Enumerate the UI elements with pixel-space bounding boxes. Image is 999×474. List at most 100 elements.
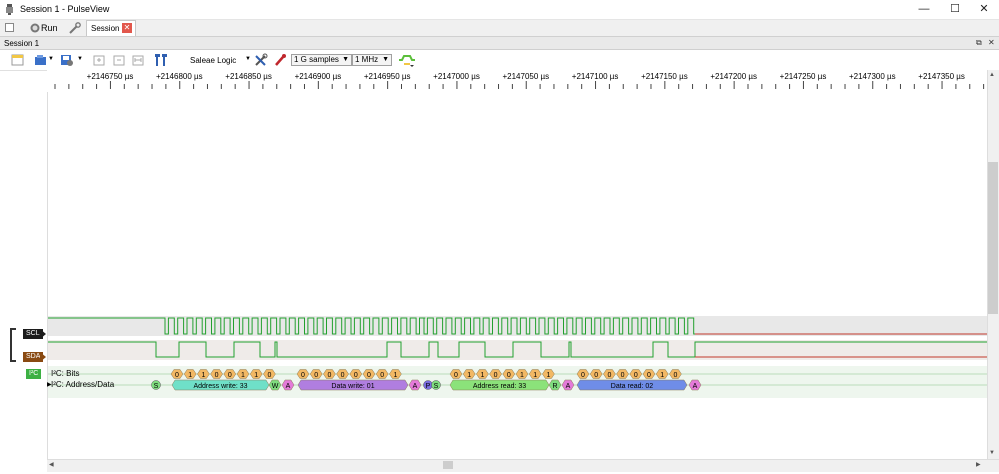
save-dropdown-icon[interactable]: ▼ (77, 56, 83, 62)
open-dropdown-icon[interactable]: ▼ (48, 56, 54, 62)
close-dock-icon[interactable]: ✕ (988, 38, 995, 47)
ruler-tick-label: +2146800 µs (156, 72, 203, 81)
scroll-right-icon[interactable]: ▶ (976, 461, 981, 468)
zoom-in-icon[interactable] (93, 53, 105, 67)
open-file-icon[interactable] (34, 53, 47, 67)
bit-label: 0 (267, 372, 271, 379)
sample-count-value: 1 G samples (294, 55, 339, 64)
close-button[interactable]: ✕ (969, 0, 999, 19)
annotation-label-addr-write: Address write: 33 (193, 383, 247, 390)
bit-label: 0 (507, 372, 511, 379)
ruler-tick-label: +2147000 µs (433, 72, 480, 81)
sample-rate-combo[interactable]: 1 MHz ▼ (352, 54, 392, 66)
zoom-fit-icon[interactable] (132, 53, 144, 67)
bit-label: 0 (354, 372, 358, 379)
ruler-tick-label: +2146750 µs (87, 72, 134, 81)
zoom-out-icon[interactable] (113, 53, 125, 67)
bit-label: 1 (188, 372, 192, 379)
bit-label: 0 (621, 372, 625, 379)
bit-label: 1 (201, 372, 205, 379)
bit-label: 0 (454, 372, 458, 379)
bit-label: 0 (380, 372, 384, 379)
annotation-label-p: P (426, 383, 431, 390)
annotation-label-a2: A (413, 383, 418, 390)
bit-label: 0 (228, 372, 232, 379)
scl-lane-bg (48, 316, 988, 336)
cursors-icon[interactable] (154, 53, 168, 67)
ruler-tick-label: +2147100 µs (572, 72, 619, 81)
tab-session-label: Session 1 (91, 24, 127, 33)
annotation-label-a4: A (693, 383, 698, 390)
scroll-up-icon[interactable]: ▲ (989, 72, 995, 78)
scroll-left-icon[interactable]: ◀ (49, 461, 54, 468)
horizontal-scrollbar[interactable] (47, 459, 999, 472)
add-decoder-icon[interactable] (398, 53, 416, 67)
device-dropdown-icon[interactable]: ▼ (245, 56, 251, 62)
bit-label: 1 (546, 372, 550, 379)
run-button[interactable]: Run (41, 22, 58, 34)
sample-rate-value: 1 MHz (355, 55, 379, 64)
scroll-down-icon[interactable]: ▼ (989, 450, 995, 456)
i2c-decoder-badge[interactable]: I²C (26, 369, 42, 379)
chevron-down-icon: ▼ (382, 56, 389, 63)
bit-label: 1 (393, 372, 397, 379)
ruler-tick-label: +2147350 µs (918, 72, 965, 81)
annotation-label-a3: A (566, 383, 571, 390)
i2c-bits-row-label: I²C: Bits (51, 369, 80, 378)
trace-view[interactable]: 0 1 1 0 0 1 1 0 0 0 0 0 0 0 0 1 0 1 1 0 0 1 1 1 0 0 0 0 0 0 1 0 S Address… (47, 92, 988, 459)
settings-tools-icon[interactable] (69, 22, 81, 34)
ruler-tick-label: +2147150 µs (641, 72, 688, 81)
window-title: Session 1 - PulseView (20, 4, 110, 14)
bit-label: 1 (520, 372, 524, 379)
bit-label: 0 (634, 372, 638, 379)
ruler-ticks: +2146750 µs +2146800 µs +2146850 µs +214690… (54, 72, 985, 89)
close-tab-icon[interactable]: ✕ (122, 23, 132, 33)
time-ruler[interactable]: +2146750 µs +2146800 µs +2146850 µs +214690… (47, 70, 987, 92)
annotation-label-start2: S (434, 383, 439, 390)
session-header-title: Session 1 (4, 39, 40, 48)
bit-label: 1 (480, 372, 484, 379)
run-icon[interactable] (30, 23, 40, 33)
bit-label: 0 (673, 372, 677, 379)
title-bar (0, 0, 999, 20)
horizontal-scroll-thumb[interactable] (443, 461, 453, 469)
bit-label: 1 (533, 372, 537, 379)
minimize-button[interactable]: — (909, 0, 939, 19)
annotation-label-data-read: Data read: 02 (611, 383, 654, 390)
undock-icon[interactable]: ⧉ (976, 38, 982, 48)
bit-label: 0 (314, 372, 318, 379)
session-header-bar (0, 37, 999, 50)
scl-arrow-icon (40, 329, 46, 339)
bit-label: 0 (175, 372, 179, 379)
annotation-label-start1: S (154, 383, 159, 390)
annotation-label-a1: A (286, 383, 291, 390)
bit-label: 0 (607, 372, 611, 379)
bit-label: 0 (367, 372, 371, 379)
new-view-icon[interactable] (11, 53, 24, 67)
device-config-icon[interactable] (254, 53, 268, 67)
save-file-icon[interactable] (60, 53, 74, 67)
maximize-button[interactable]: ☐ (940, 0, 970, 19)
probe-config-icon[interactable] (273, 53, 287, 67)
ruler-tick-label: +2147200 µs (710, 72, 757, 81)
ruler-tick-label: +2146850 µs (225, 72, 272, 81)
annotation-label-addr-read: Address read: 33 (473, 383, 526, 390)
vertical-scroll-thumb[interactable] (988, 162, 998, 314)
bit-label: 1 (467, 372, 471, 379)
chevron-down-icon: ▼ (342, 56, 349, 63)
bit-label: 0 (215, 372, 219, 379)
bit-label: 1 (241, 372, 245, 379)
bit-label: 0 (327, 372, 331, 379)
ruler-tick-label: +2147050 µs (502, 72, 549, 81)
sample-count-combo[interactable]: 1 G samples ▼ (291, 54, 352, 66)
annotation-label-data-write: Data write: 01 (331, 383, 374, 390)
sda-arrow-icon (40, 352, 46, 362)
device-selector[interactable]: Saleae Logic (190, 56, 236, 65)
new-session-icon[interactable] (5, 23, 14, 32)
bit-label: 0 (494, 372, 498, 379)
annotation-label-w: W (272, 383, 279, 390)
bit-label: 0 (594, 372, 598, 379)
tab-bar (0, 20, 999, 37)
ruler-tick-label: +2146900 µs (295, 72, 342, 81)
channel-group-bracket (10, 328, 16, 362)
